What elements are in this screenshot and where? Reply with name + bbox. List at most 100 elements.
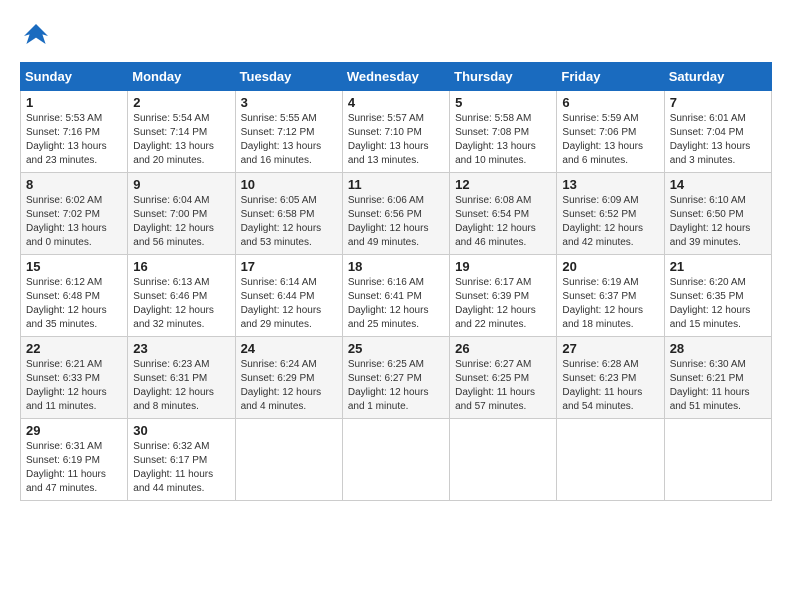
day-number-11: 11 xyxy=(348,177,444,192)
calendar-cell: 9 Sunrise: 6:04 AMSunset: 7:00 PMDaylight… xyxy=(128,173,235,255)
day-number-10: 10 xyxy=(241,177,337,192)
weekday-header-sunday: Sunday xyxy=(21,63,128,91)
day-info-9: Sunrise: 6:04 AMSunset: 7:00 PMDaylight:… xyxy=(133,195,214,248)
calendar-cell: 11 Sunrise: 6:06 AMSunset: 6:56 PMDayligh… xyxy=(342,173,449,255)
logo xyxy=(20,20,56,52)
day-number-9: 9 xyxy=(133,177,229,192)
day-info-23: Sunrise: 6:23 AMSunset: 6:31 PMDaylight:… xyxy=(133,359,214,412)
day-info-17: Sunrise: 6:14 AMSunset: 6:44 PMDaylight:… xyxy=(241,277,322,330)
day-info-1: Sunrise: 5:53 AMSunset: 7:16 PMDaylight:… xyxy=(26,113,107,166)
calendar-cell: 17 Sunrise: 6:14 AMSunset: 6:44 PMDayligh… xyxy=(235,255,342,337)
calendar-cell: 20 Sunrise: 6:19 AMSunset: 6:37 PMDayligh… xyxy=(557,255,664,337)
day-number-29: 29 xyxy=(26,423,122,438)
day-info-19: Sunrise: 6:17 AMSunset: 6:39 PMDaylight:… xyxy=(455,277,536,330)
weekday-header-wednesday: Wednesday xyxy=(342,63,449,91)
calendar-cell: 19 Sunrise: 6:17 AMSunset: 6:39 PMDayligh… xyxy=(450,255,557,337)
day-number-16: 16 xyxy=(133,259,229,274)
day-number-2: 2 xyxy=(133,95,229,110)
weekday-header-saturday: Saturday xyxy=(664,63,771,91)
calendar-cell xyxy=(664,419,771,501)
day-number-23: 23 xyxy=(133,341,229,356)
calendar-cell: 8 Sunrise: 6:02 AMSunset: 7:02 PMDaylight… xyxy=(21,173,128,255)
day-info-15: Sunrise: 6:12 AMSunset: 6:48 PMDaylight:… xyxy=(26,277,107,330)
day-number-28: 28 xyxy=(670,341,766,356)
day-info-26: Sunrise: 6:27 AMSunset: 6:25 PMDaylight:… xyxy=(455,359,535,412)
day-info-22: Sunrise: 6:21 AMSunset: 6:33 PMDaylight:… xyxy=(26,359,107,412)
calendar-cell: 22 Sunrise: 6:21 AMSunset: 6:33 PMDayligh… xyxy=(21,337,128,419)
weekday-header-monday: Monday xyxy=(128,63,235,91)
calendar-cell: 28 Sunrise: 6:30 AMSunset: 6:21 PMDayligh… xyxy=(664,337,771,419)
day-info-28: Sunrise: 6:30 AMSunset: 6:21 PMDaylight:… xyxy=(670,359,750,412)
day-number-19: 19 xyxy=(455,259,551,274)
day-info-27: Sunrise: 6:28 AMSunset: 6:23 PMDaylight:… xyxy=(562,359,642,412)
day-number-12: 12 xyxy=(455,177,551,192)
calendar-cell: 7 Sunrise: 6:01 AMSunset: 7:04 PMDaylight… xyxy=(664,91,771,173)
calendar-cell: 10 Sunrise: 6:05 AMSunset: 6:58 PMDayligh… xyxy=(235,173,342,255)
day-info-13: Sunrise: 6:09 AMSunset: 6:52 PMDaylight:… xyxy=(562,195,643,248)
calendar-cell: 24 Sunrise: 6:24 AMSunset: 6:29 PMDayligh… xyxy=(235,337,342,419)
day-number-14: 14 xyxy=(670,177,766,192)
calendar-cell: 3 Sunrise: 5:55 AMSunset: 7:12 PMDaylight… xyxy=(235,91,342,173)
day-number-25: 25 xyxy=(348,341,444,356)
day-info-11: Sunrise: 6:06 AMSunset: 6:56 PMDaylight:… xyxy=(348,195,429,248)
day-number-22: 22 xyxy=(26,341,122,356)
day-number-24: 24 xyxy=(241,341,337,356)
day-number-5: 5 xyxy=(455,95,551,110)
calendar-cell: 4 Sunrise: 5:57 AMSunset: 7:10 PMDaylight… xyxy=(342,91,449,173)
day-info-18: Sunrise: 6:16 AMSunset: 6:41 PMDaylight:… xyxy=(348,277,429,330)
day-info-29: Sunrise: 6:31 AMSunset: 6:19 PMDaylight:… xyxy=(26,441,106,494)
day-info-12: Sunrise: 6:08 AMSunset: 6:54 PMDaylight:… xyxy=(455,195,536,248)
weekday-header-thursday: Thursday xyxy=(450,63,557,91)
calendar-cell xyxy=(557,419,664,501)
calendar-cell: 14 Sunrise: 6:10 AMSunset: 6:50 PMDayligh… xyxy=(664,173,771,255)
day-info-5: Sunrise: 5:58 AMSunset: 7:08 PMDaylight:… xyxy=(455,113,536,166)
day-info-3: Sunrise: 5:55 AMSunset: 7:12 PMDaylight:… xyxy=(241,113,322,166)
calendar-cell: 2 Sunrise: 5:54 AMSunset: 7:14 PMDaylight… xyxy=(128,91,235,173)
day-info-10: Sunrise: 6:05 AMSunset: 6:58 PMDaylight:… xyxy=(241,195,322,248)
day-info-25: Sunrise: 6:25 AMSunset: 6:27 PMDaylight:… xyxy=(348,359,429,412)
day-number-18: 18 xyxy=(348,259,444,274)
day-number-17: 17 xyxy=(241,259,337,274)
calendar-cell: 23 Sunrise: 6:23 AMSunset: 6:31 PMDayligh… xyxy=(128,337,235,419)
day-number-27: 27 xyxy=(562,341,658,356)
day-info-7: Sunrise: 6:01 AMSunset: 7:04 PMDaylight:… xyxy=(670,113,751,166)
day-info-14: Sunrise: 6:10 AMSunset: 6:50 PMDaylight:… xyxy=(670,195,751,248)
calendar-cell: 25 Sunrise: 6:25 AMSunset: 6:27 PMDayligh… xyxy=(342,337,449,419)
day-number-1: 1 xyxy=(26,95,122,110)
weekday-header-tuesday: Tuesday xyxy=(235,63,342,91)
day-number-3: 3 xyxy=(241,95,337,110)
day-info-2: Sunrise: 5:54 AMSunset: 7:14 PMDaylight:… xyxy=(133,113,214,166)
day-number-20: 20 xyxy=(562,259,658,274)
calendar-cell: 26 Sunrise: 6:27 AMSunset: 6:25 PMDayligh… xyxy=(450,337,557,419)
calendar-cell xyxy=(342,419,449,501)
calendar-cell xyxy=(450,419,557,501)
day-number-4: 4 xyxy=(348,95,444,110)
day-number-8: 8 xyxy=(26,177,122,192)
calendar-cell: 27 Sunrise: 6:28 AMSunset: 6:23 PMDayligh… xyxy=(557,337,664,419)
calendar-cell: 15 Sunrise: 6:12 AMSunset: 6:48 PMDayligh… xyxy=(21,255,128,337)
calendar-cell: 30Sunrise: 6:32 AMSunset: 6:17 PMDayligh… xyxy=(128,419,235,501)
calendar-table: SundayMondayTuesdayWednesdayThursdayFrid… xyxy=(20,62,772,501)
calendar-cell: 29 Sunrise: 6:31 AMSunset: 6:19 PMDayligh… xyxy=(21,419,128,501)
day-info-8: Sunrise: 6:02 AMSunset: 7:02 PMDaylight:… xyxy=(26,195,107,248)
calendar-cell: 1 Sunrise: 5:53 AMSunset: 7:16 PMDaylight… xyxy=(21,91,128,173)
day-number-21: 21 xyxy=(670,259,766,274)
calendar-cell: 6Sunrise: 5:59 AMSunset: 7:06 PMDaylight… xyxy=(557,91,664,173)
calendar-cell: 16 Sunrise: 6:13 AMSunset: 6:46 PMDayligh… xyxy=(128,255,235,337)
calendar-cell: 12 Sunrise: 6:08 AMSunset: 6:54 PMDayligh… xyxy=(450,173,557,255)
day-number-7: 7 xyxy=(670,95,766,110)
day-number-13: 13 xyxy=(562,177,658,192)
day-info-6: Sunrise: 5:59 AMSunset: 7:06 PMDaylight:… xyxy=(562,113,643,166)
calendar-cell: 5 Sunrise: 5:58 AMSunset: 7:08 PMDaylight… xyxy=(450,91,557,173)
weekday-header-friday: Friday xyxy=(557,63,664,91)
logo-bird-icon xyxy=(20,20,52,52)
calendar-cell: 21 Sunrise: 6:20 AMSunset: 6:35 PMDayligh… xyxy=(664,255,771,337)
day-number-26: 26 xyxy=(455,341,551,356)
day-info-30: Sunrise: 6:32 AMSunset: 6:17 PMDaylight:… xyxy=(133,441,213,494)
day-info-24: Sunrise: 6:24 AMSunset: 6:29 PMDaylight:… xyxy=(241,359,322,412)
day-info-20: Sunrise: 6:19 AMSunset: 6:37 PMDaylight:… xyxy=(562,277,643,330)
day-info-21: Sunrise: 6:20 AMSunset: 6:35 PMDaylight:… xyxy=(670,277,751,330)
day-info-4: Sunrise: 5:57 AMSunset: 7:10 PMDaylight:… xyxy=(348,113,429,166)
day-info-16: Sunrise: 6:13 AMSunset: 6:46 PMDaylight:… xyxy=(133,277,214,330)
day-number-15: 15 xyxy=(26,259,122,274)
